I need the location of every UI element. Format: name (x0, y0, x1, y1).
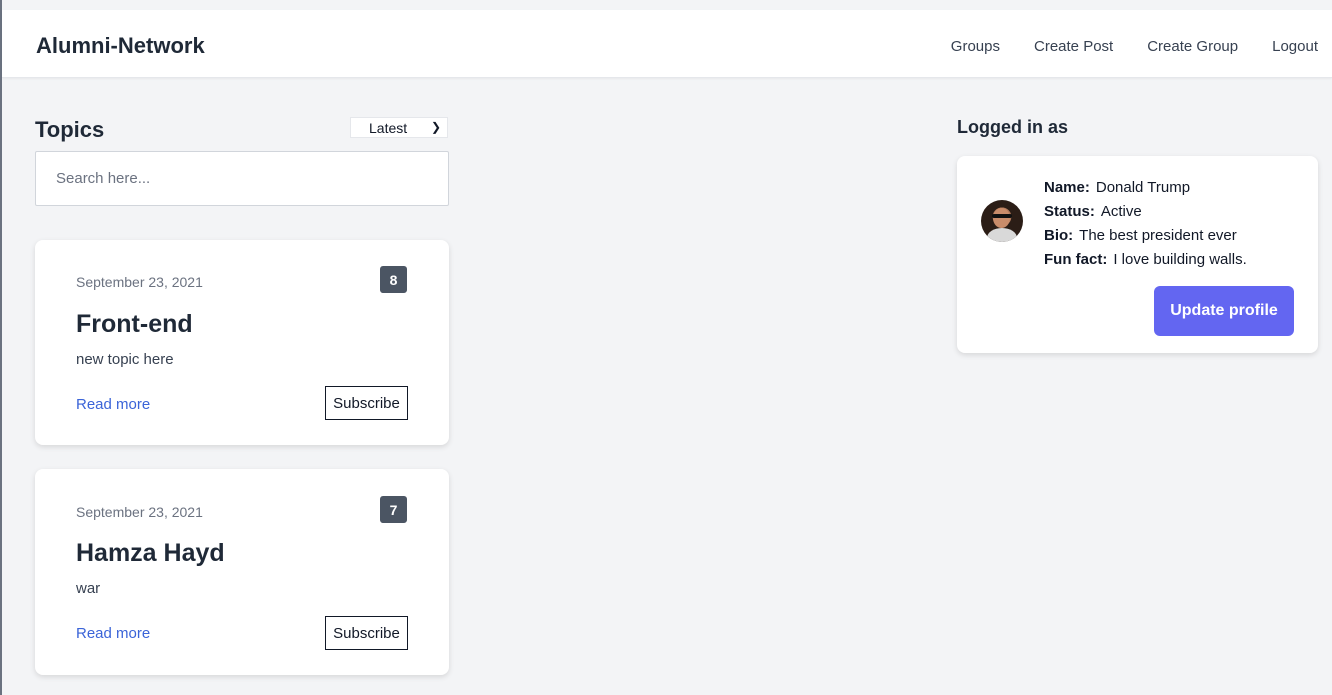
logged-in-heading: Logged in as (957, 117, 1069, 137)
read-more-link[interactable]: Read more (76, 396, 150, 413)
status-label: Status: (1044, 203, 1095, 220)
bio-label: Bio: (1044, 227, 1074, 244)
navbar: Alumni-Network Groups Create Post Create… (2, 10, 1332, 78)
brand-logo[interactable]: Alumni-Network (36, 33, 205, 59)
profile-bio-row: Bio: The best president ever (1044, 224, 1247, 248)
nav-link-groups[interactable]: Groups (951, 38, 1000, 55)
profile-name: Donald Trump (1095, 179, 1191, 196)
profile-funfact: I love building walls. (1113, 251, 1247, 268)
topic-title[interactable]: Front-end (76, 310, 193, 339)
nav-link-logout[interactable]: Logout (1272, 38, 1318, 55)
profile-funfact-row: Fun fact: I love building walls. (1044, 248, 1247, 272)
topic-date: September 23, 2021 (76, 504, 203, 520)
search-input[interactable] (35, 151, 449, 206)
nav-link-create-post[interactable]: Create Post (1034, 38, 1113, 55)
profile-info: Name: Donald Trump Status: Active Bio: The … (1044, 176, 1247, 272)
profile-status-row: Status: Active (1044, 200, 1247, 224)
topic-count-badge: 7 (380, 496, 407, 523)
profile-status: Active (1100, 203, 1142, 220)
funfact-label: Fun fact: (1044, 251, 1108, 268)
topics-heading: Topics (35, 117, 105, 142)
sort-select[interactable]: Latest ❯ (350, 117, 448, 138)
topic-date: September 23, 2021 (76, 274, 203, 290)
chevron-down-icon: ❯ (430, 120, 441, 134)
update-profile-button[interactable]: Update profile (1154, 286, 1294, 336)
topic-description: war (76, 580, 101, 597)
topic-card: September 23, 2021 7 Hamza Hayd war Read… (35, 469, 449, 675)
topic-title[interactable]: Hamza Hayd (76, 539, 225, 568)
name-label: Name: (1044, 179, 1090, 196)
read-more-link[interactable]: Read more (76, 625, 150, 642)
profile-card: Name: Donald Trump Status: Active Bio: The … (957, 156, 1318, 353)
window-edge (0, 0, 2, 695)
topic-description: new topic here (76, 351, 174, 368)
avatar (981, 200, 1023, 242)
subscribe-button[interactable]: Subscribe (325, 386, 408, 420)
nav-link-create-group[interactable]: Create Group (1147, 38, 1238, 55)
sort-selected-value: Latest (369, 119, 408, 136)
profile-name-row: Name: Donald Trump (1044, 176, 1247, 200)
profile-bio: The best president ever (1079, 227, 1237, 244)
subscribe-button[interactable]: Subscribe (325, 616, 408, 650)
nav-links: Groups Create Post Create Group Logout (951, 38, 1318, 55)
topic-count-badge: 8 (380, 266, 407, 293)
topic-card: September 23, 2021 8 Front-end new topic… (35, 240, 449, 445)
